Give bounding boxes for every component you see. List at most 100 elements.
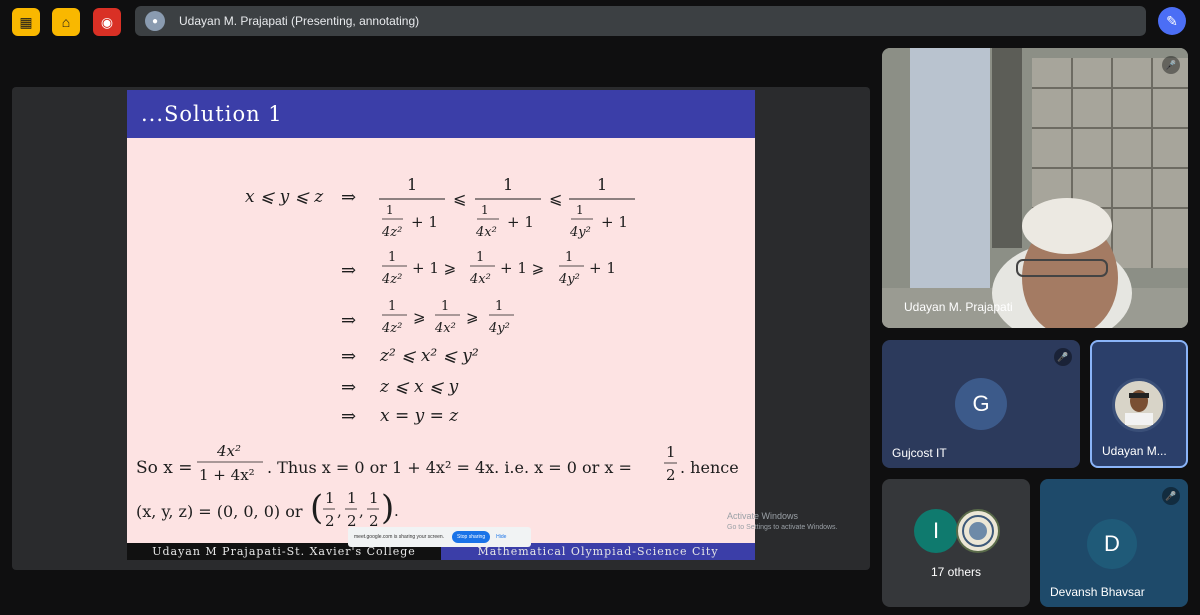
math-line-4: z² ⩽ x² ⩽ y² xyxy=(380,346,479,366)
svg-text:1: 1 xyxy=(325,489,335,507)
math-so-prefix: So x = xyxy=(136,458,193,478)
svg-text:⩽: ⩽ xyxy=(453,189,466,208)
math-so-fraction: 4x² 1 + 4x² xyxy=(197,442,263,484)
record-icon[interactable]: ◉ xyxy=(93,8,121,36)
arrow-3: ⇒ xyxy=(341,310,357,331)
svg-text:(: ( xyxy=(310,488,323,528)
participant-name: Gujcost IT xyxy=(892,446,947,460)
svg-text:⩽: ⩽ xyxy=(549,189,562,208)
svg-text:+ 1: + 1 xyxy=(589,259,616,277)
share-toast-text: meet.google.com is sharing your screen. xyxy=(354,534,445,540)
math-so-end: . hence xyxy=(680,458,739,477)
math-line-3: 1 4z² ⩾ 1 4x² ⩾ 1 4y² xyxy=(381,299,514,336)
present-off-icon[interactable]: ▦ xyxy=(12,8,40,36)
svg-text:4x²: 4x² xyxy=(434,321,456,336)
stop-sharing-button[interactable]: Stop sharing xyxy=(452,531,491,543)
svg-text:): ) xyxy=(381,488,394,528)
activate-title: Activate Windows xyxy=(727,511,799,521)
person-photo-icon xyxy=(1125,390,1153,425)
avatar: I xyxy=(914,509,958,553)
mic-off-icon: 🎤 xyxy=(1162,56,1180,74)
svg-text:4y²: 4y² xyxy=(488,321,510,336)
svg-text:4z²: 4z² xyxy=(381,225,402,240)
svg-text:1: 1 xyxy=(388,299,396,314)
svg-text:1: 1 xyxy=(388,250,396,265)
svg-text:+ 1 ⩾: + 1 ⩾ xyxy=(412,259,456,277)
svg-text:+ 1 ⩾: + 1 ⩾ xyxy=(500,259,544,277)
math-line-2: 1 4z² + 1 ⩾ 1 4x² + 1 ⩾ 1 4y² + 1 xyxy=(381,250,616,287)
slide: ...Solution 1 x ⩽ y ⩽ z ⇒ 1 1 4z² + 1 ⩽ … xyxy=(127,90,755,560)
others-tile[interactable]: I 17 others xyxy=(882,479,1030,607)
svg-text:1: 1 xyxy=(476,250,484,265)
svg-text:1: 1 xyxy=(565,250,573,265)
svg-text:1: 1 xyxy=(481,203,489,217)
logo-avatar-icon xyxy=(956,509,1000,553)
svg-text:,: , xyxy=(337,502,342,520)
svg-text:2: 2 xyxy=(666,466,676,484)
avatar: D xyxy=(1087,519,1137,569)
speaker-video-icon xyxy=(882,48,1188,328)
seal-icon xyxy=(962,515,994,547)
pen-icon[interactable]: ✎ xyxy=(1158,7,1186,35)
math-half: 1 2 xyxy=(664,443,677,484)
svg-text:1: 1 xyxy=(441,299,449,314)
participant-name: Devansh Bhavsar xyxy=(1050,585,1145,599)
svg-text:+ 1: + 1 xyxy=(411,213,438,231)
svg-text:4x²: 4x² xyxy=(469,272,491,287)
top-bar: ▦ ⌂ ◉ ● Udayan M. Prajapati (Presenting,… xyxy=(0,0,1200,44)
svg-text:4x²: 4x² xyxy=(475,225,497,240)
arrow-1: ⇒ xyxy=(341,187,357,208)
svg-text:4y²: 4y² xyxy=(569,225,591,240)
slide-title: ...Solution 1 xyxy=(127,90,755,138)
mic-off-icon: 🎤 xyxy=(1162,487,1180,505)
svg-text:1 + 4x²: 1 + 4x² xyxy=(199,466,255,484)
avatar xyxy=(1112,378,1166,432)
participant-tile-gujcost[interactable]: 🎤 G Gujcost IT xyxy=(882,340,1080,468)
svg-text:⩾: ⩾ xyxy=(466,308,479,326)
svg-text:1: 1 xyxy=(597,175,607,194)
math-last: (x, y, z) = (0, 0, 0) or xyxy=(136,502,303,521)
exit-icon[interactable]: ⌂ xyxy=(52,8,80,36)
math-line-1-rhs: 1 1 4z² + 1 ⩽ 1 1 4x² + 1 ⩽ 1 1 4y² + 1 xyxy=(379,175,635,240)
svg-text:1: 1 xyxy=(347,489,357,507)
activate-windows-watermark: Activate Windows Go to Settings to activ… xyxy=(727,511,838,533)
svg-text:+ 1: + 1 xyxy=(507,213,534,231)
math-line-1-lhs: x ⩽ y ⩽ z xyxy=(245,187,324,207)
svg-text:1: 1 xyxy=(666,443,676,461)
math-so-mid: . Thus x = 0 or 1 + 4x² = 4x. i.e. x = 0… xyxy=(267,458,632,477)
arrow-5: ⇒ xyxy=(341,377,357,398)
svg-text:4z²: 4z² xyxy=(381,272,402,287)
presenter-text: Udayan M. Prajapati (Presenting, annotat… xyxy=(179,14,420,28)
arrow-4: ⇒ xyxy=(341,346,357,367)
svg-text:1: 1 xyxy=(495,299,503,314)
svg-text:2: 2 xyxy=(325,512,335,530)
presenter-avatar: ● xyxy=(145,11,165,31)
math-line-6: x = y = z xyxy=(380,406,459,426)
svg-text:1: 1 xyxy=(576,203,584,217)
avatar: G xyxy=(955,378,1007,430)
others-count: 17 others xyxy=(930,565,982,579)
arrow-6: ⇒ xyxy=(341,406,357,427)
share-toast: meet.google.com is sharing your screen. … xyxy=(348,527,531,547)
main-speaker-tile[interactable]: 🎤 Udayan M. Prajapati xyxy=(882,48,1188,328)
main-speaker-name: Udayan M. Prajapati xyxy=(904,300,1013,314)
activate-sub: Go to Settings to activate Windows. xyxy=(727,524,838,531)
svg-text:4z²: 4z² xyxy=(381,321,402,336)
math-line-5: z ⩽ x ⩽ y xyxy=(380,377,459,397)
svg-text:,: , xyxy=(359,502,364,520)
svg-text:4y²: 4y² xyxy=(558,272,580,287)
svg-text:4x²: 4x² xyxy=(216,442,241,460)
participant-tile-udayan[interactable]: Udayan M... xyxy=(1090,340,1188,468)
svg-text:.: . xyxy=(394,502,399,520)
svg-text:1: 1 xyxy=(369,489,379,507)
svg-text:1: 1 xyxy=(407,175,417,194)
presenter-bar[interactable]: ● Udayan M. Prajapati (Presenting, annot… xyxy=(135,6,1146,36)
participant-name: Udayan M... xyxy=(1102,444,1167,458)
svg-text:⩾: ⩾ xyxy=(413,308,426,326)
participant-tile-devansh[interactable]: 🎤 D Devansh Bhavsar xyxy=(1040,479,1188,607)
mic-off-icon: 🎤 xyxy=(1054,348,1072,366)
svg-text:1: 1 xyxy=(503,175,513,194)
hide-link[interactable]: Hide xyxy=(496,534,506,540)
arrow-2: ⇒ xyxy=(341,260,357,281)
svg-text:+ 1: + 1 xyxy=(601,213,628,231)
